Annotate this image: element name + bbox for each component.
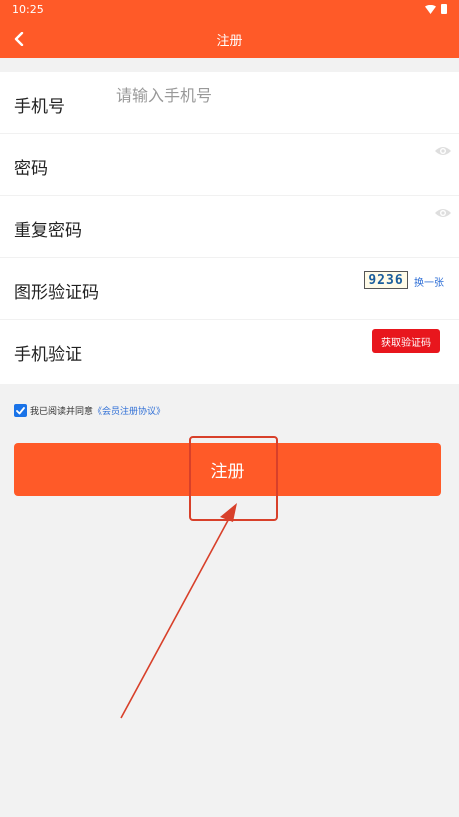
wifi-icon [425, 4, 436, 14]
phone-label: 手机号 [14, 97, 65, 117]
password-label: 密码 [14, 159, 48, 179]
status-time: 10:25 [12, 3, 44, 16]
status-icons [425, 4, 447, 14]
status-bar: 10:25 [0, 0, 459, 20]
agreement-row: 我已阅读并同意 《会员注册协议》 [14, 404, 165, 417]
captcha-refresh-link[interactable]: 换一张 [414, 274, 444, 289]
agreement-link[interactable]: 《会员注册协议》 [93, 404, 165, 417]
password-repeat-input[interactable] [116, 206, 406, 232]
captcha-code: 9236 [368, 272, 404, 288]
password-repeat-row: 重复密码 [0, 196, 459, 258]
agreement-checkbox[interactable] [14, 404, 27, 417]
phone-row: 手机号 [0, 72, 459, 134]
register-button[interactable]: 注册 [14, 443, 441, 496]
captcha-image[interactable]: 9236 [364, 271, 408, 289]
sms-label: 手机验证 [14, 345, 82, 365]
password-input[interactable] [116, 144, 406, 170]
captcha-input[interactable] [116, 268, 346, 294]
password-row: 密码 [0, 134, 459, 196]
captcha-row: 图形验证码 9236 换一张 [0, 258, 459, 320]
nav-bar: 注册 [0, 20, 459, 58]
agreement-text: 我已阅读并同意 [30, 407, 94, 417]
page-title: 注册 [216, 34, 243, 49]
password-repeat-label: 重复密码 [14, 221, 82, 241]
phone-input[interactable] [116, 82, 406, 108]
sms-code-input[interactable] [116, 330, 346, 356]
sms-row: 手机验证 获取验证码 [0, 320, 459, 382]
battery-icon [441, 4, 447, 14]
eye-icon[interactable] [434, 144, 452, 158]
register-form: 手机号 密码 重复密码 图形验证码 9236 换一张 手机验证 获取验证码 [0, 72, 459, 384]
get-code-button[interactable]: 获取验证码 [372, 329, 440, 353]
check-icon [16, 406, 25, 414]
eye-icon[interactable] [434, 206, 452, 220]
captcha-label: 图形验证码 [14, 283, 99, 303]
